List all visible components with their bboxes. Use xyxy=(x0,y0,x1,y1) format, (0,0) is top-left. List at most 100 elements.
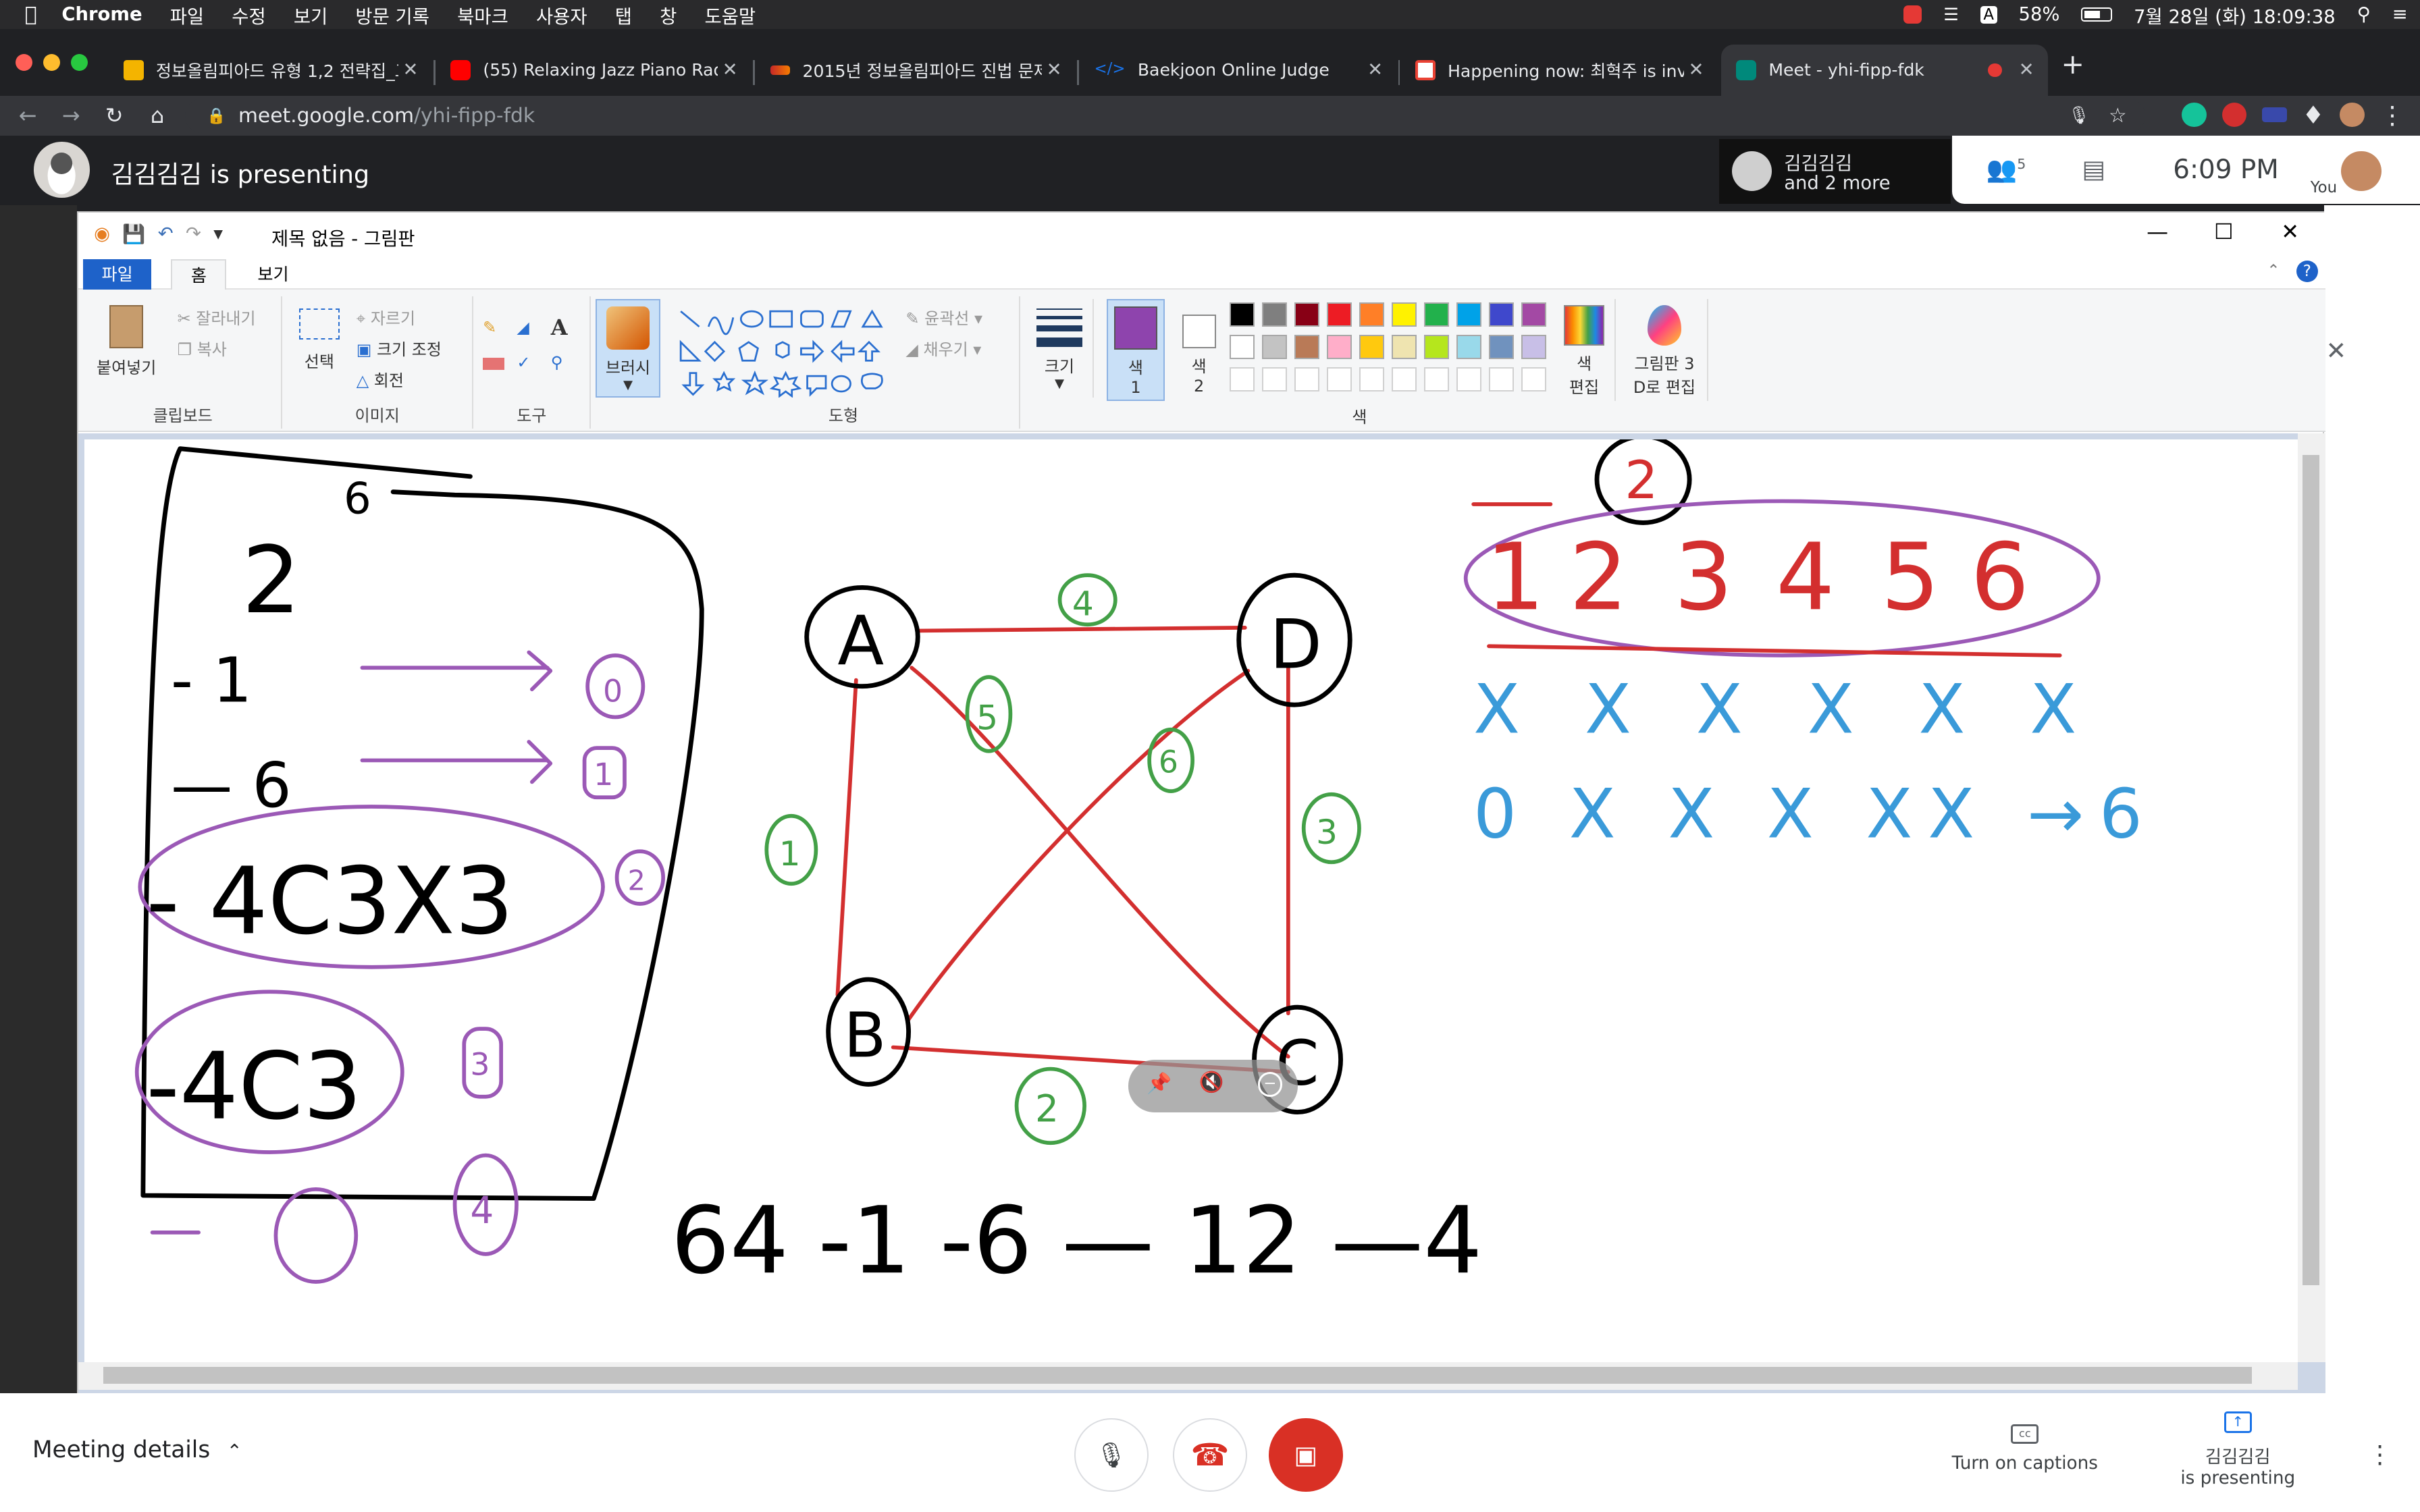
menu-tab[interactable]: 탭 xyxy=(615,1,632,28)
close-icon[interactable]: ✕ xyxy=(1042,59,1067,80)
eraser-icon[interactable] xyxy=(483,357,505,371)
text-icon[interactable]: A xyxy=(551,315,568,340)
fill-button[interactable]: ◢ 채우기 ▾ xyxy=(905,336,981,360)
people-icon[interactable]: 👥5 xyxy=(1987,155,2026,184)
save-icon[interactable]: 💾 xyxy=(122,223,145,245)
select-button[interactable]: 선택 xyxy=(292,308,347,372)
color-swatch[interactable] xyxy=(1294,367,1319,392)
paste-button[interactable]: 붙여넣기 xyxy=(91,302,162,395)
fill-icon[interactable]: ◢ xyxy=(517,318,529,337)
color-swatch[interactable] xyxy=(1392,302,1417,327)
search-icon[interactable]: ⚲ xyxy=(2357,4,2371,25)
rotate-button[interactable]: △ 회전 xyxy=(357,367,404,391)
forward-icon[interactable]: → xyxy=(49,103,93,128)
remove-icon[interactable]: − xyxy=(1257,1072,1283,1097)
mic-button[interactable]: 🎙 xyxy=(1074,1418,1149,1492)
close-icon[interactable]: ✕ xyxy=(1684,59,1709,80)
close-icon[interactable]: ✕ xyxy=(718,59,743,80)
color-swatch[interactable] xyxy=(1262,334,1287,360)
tab-file[interactable]: 파일 xyxy=(83,259,152,290)
color-swatch[interactable] xyxy=(1424,334,1449,360)
participant-tile[interactable]: 김김김김 and 2 more xyxy=(1719,138,1951,204)
input-source-icon[interactable]: A xyxy=(1980,5,1997,24)
leave-call-button[interactable]: ☎ xyxy=(1173,1418,1247,1492)
edit-colors-button[interactable]: 색 편집 xyxy=(1554,299,1616,401)
magnifier-icon[interactable]: ⚲ xyxy=(551,353,563,372)
tab-view[interactable]: 보기 xyxy=(239,259,307,290)
tab-gmail[interactable]: Happening now: 최혁주 is invitin ✕ xyxy=(1400,45,1718,95)
color-swatch[interactable] xyxy=(1359,302,1384,327)
color-swatch[interactable] xyxy=(1230,334,1255,360)
shapes-gallery[interactable] xyxy=(675,305,891,398)
help-icon[interactable]: ? xyxy=(2296,260,2318,282)
color-swatch[interactable] xyxy=(1230,367,1255,392)
tab-home[interactable]: 홈 xyxy=(171,259,227,290)
reload-icon[interactable]: ↻ xyxy=(93,103,136,128)
more-options-icon[interactable]: ⋮ xyxy=(2367,1440,2392,1469)
home-icon[interactable]: ⌂ xyxy=(136,103,179,128)
clock[interactable]: 7월 28일 (화) 18:09:38 xyxy=(2134,1,2336,28)
color-swatch[interactable] xyxy=(1359,334,1384,360)
menu-view[interactable]: 보기 xyxy=(294,1,327,28)
color-swatch[interactable] xyxy=(1521,302,1546,327)
color-swatch[interactable] xyxy=(1521,367,1546,392)
menu-edit[interactable]: 수정 xyxy=(232,1,265,28)
paint-app-icon[interactable]: ◉ xyxy=(94,223,110,245)
horizontal-scrollbar[interactable] xyxy=(78,1361,2298,1390)
close-icon[interactable]: ✕ xyxy=(2014,59,2039,80)
chrome-menu-icon[interactable]: ⋮ xyxy=(2380,101,2405,130)
color-swatch[interactable] xyxy=(1327,367,1352,392)
color-swatch[interactable] xyxy=(1489,367,1514,392)
menu-history[interactable]: 방문 기록 xyxy=(355,1,429,28)
tab-youtube[interactable]: (55) Relaxing Jazz Piano Radio ✕ xyxy=(436,45,752,95)
menu-bookmarks[interactable]: 북마크 xyxy=(457,1,508,28)
minimize-window-button[interactable] xyxy=(43,53,61,72)
paint3d-button[interactable]: 그림판 3 D로 편집 xyxy=(1622,299,1708,401)
color-swatch[interactable] xyxy=(1262,302,1287,327)
address-bar[interactable]: 🔒 meet.google.com/yhi-fipp-fdk 🎙 ☆ xyxy=(185,99,2146,133)
outline-button[interactable]: ✎ 윤곽선 ▾ xyxy=(905,305,982,329)
close-icon[interactable]: ✕ xyxy=(2259,219,2321,244)
size-button[interactable]: 크기 ▼ xyxy=(1026,299,1095,398)
color-swatch[interactable] xyxy=(1521,334,1546,360)
color2-button[interactable]: 색 2 xyxy=(1172,299,1227,401)
self-avatar[interactable] xyxy=(2341,151,2382,192)
captions-button[interactable]: cc Turn on captions xyxy=(1945,1424,2105,1474)
minimize-icon[interactable]: — xyxy=(2126,219,2188,244)
meeting-details-button[interactable]: Meeting details ⌃ xyxy=(32,1436,242,1463)
menu-help[interactable]: 도움말 xyxy=(704,1,756,28)
mic-icon[interactable]: 🎙 xyxy=(2068,105,2090,126)
battery-icon[interactable] xyxy=(2081,7,2113,22)
color-swatch[interactable] xyxy=(1359,367,1384,392)
close-window-button[interactable] xyxy=(15,53,32,72)
color-swatch[interactable] xyxy=(1327,302,1352,327)
redo-icon[interactable]: ↷ xyxy=(186,223,201,245)
star-icon[interactable]: ☆ xyxy=(2109,104,2127,128)
color-swatch[interactable] xyxy=(1392,367,1417,392)
scroll-thumb[interactable] xyxy=(103,1366,2252,1384)
color1-button[interactable]: 색 1 xyxy=(1106,299,1165,401)
color-swatch[interactable] xyxy=(1424,302,1449,327)
grammarly-icon[interactable] xyxy=(2182,102,2207,128)
zip-icon[interactable] xyxy=(2262,107,2287,123)
color-swatch[interactable] xyxy=(1456,302,1481,327)
chat-icon[interactable]: ▤ xyxy=(2082,155,2105,184)
ribbon-collapse-icon[interactable]: ⌃ xyxy=(2267,262,2280,279)
tab-olympiad[interactable]: 2015년 정보올림피아드 진법 문제 ✕ xyxy=(755,45,1076,95)
maximize-icon[interactable]: ☐ xyxy=(2193,219,2255,244)
wifi-icon[interactable]: ☰ xyxy=(1943,5,1959,24)
color-swatch[interactable] xyxy=(1392,334,1417,360)
undo-icon[interactable]: ↶ xyxy=(158,223,174,245)
pin-icon[interactable]: 📌 xyxy=(1147,1072,1172,1096)
presenting-button[interactable]: ↑ 김김김김 is presenting xyxy=(2161,1411,2315,1488)
new-tab-button[interactable]: + xyxy=(2057,49,2088,80)
color-swatch[interactable] xyxy=(1456,367,1481,392)
menu-window[interactable]: 창 xyxy=(660,1,677,28)
customize-icon[interactable]: ▾ xyxy=(213,223,223,245)
tab-slides[interactable]: 정보올림피아드 유형 1,2 전략집_고등 ✕ xyxy=(108,45,432,95)
color-swatch[interactable] xyxy=(1456,334,1481,360)
scroll-thumb[interactable] xyxy=(2302,454,2320,1285)
color-swatch[interactable] xyxy=(1424,367,1449,392)
zoom-window-button[interactable] xyxy=(71,53,88,72)
cut-button[interactable]: ✂ 잘라내기 xyxy=(178,305,256,329)
